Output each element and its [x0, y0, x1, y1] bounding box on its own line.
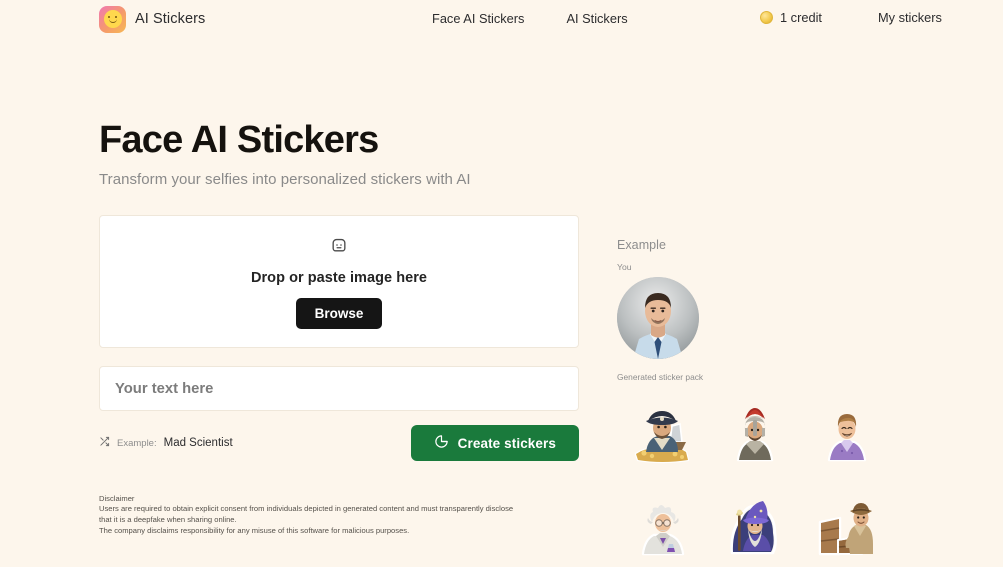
disclaimer-title: Disclaimer	[99, 494, 135, 504]
left-column: Face AI Stickers Transform your selfies …	[99, 119, 579, 536]
credits-label: 1 credit	[780, 10, 822, 25]
smiley-face-logo-icon	[99, 5, 126, 33]
disclaimer-line-1: Users are required to obtain explicit co…	[99, 504, 514, 524]
example-value: Mad Scientist	[163, 437, 233, 450]
page-subtitle: Transform your selfies into personalized…	[99, 171, 471, 189]
example-panel-title: Example	[617, 238, 666, 252]
credits-indicator[interactable]: 1 credit	[760, 10, 822, 25]
generated-pack-label: Generated sticker pack	[617, 372, 704, 382]
create-stickers-button[interactable]: Create stickers	[410, 425, 579, 462]
coin-icon	[760, 11, 773, 24]
wizard-sticker[interactable]	[709, 482, 801, 567]
sticker-grid	[617, 388, 887, 567]
top-header: AI Stickers Face AI Stickers AI Stickers…	[0, 0, 1003, 38]
brand-logo-link[interactable]: AI Stickers	[99, 5, 206, 33]
image-dropzone[interactable]: Drop or paste image here Browse	[99, 215, 579, 349]
example-prompt-shuffle[interactable]: Example: Mad Scientist	[99, 434, 233, 452]
sticker-face-icon	[329, 235, 349, 260]
dropzone-text: Drop or paste image here	[250, 269, 428, 286]
sticker-peel-icon	[434, 434, 449, 452]
example-you-label: You	[617, 262, 632, 272]
example-label: Example:	[117, 437, 157, 449]
brand-name: AI Stickers	[135, 11, 206, 27]
disclaimer-block: Disclaimer Users are required to obtain …	[99, 494, 519, 536]
explorer-sticker[interactable]	[801, 482, 893, 567]
header-right-actions: 1 credit My stickers	[760, 10, 942, 25]
shuffle-icon[interactable]	[99, 434, 110, 452]
browse-button[interactable]: Browse	[295, 297, 383, 329]
roman-soldier-sticker[interactable]	[709, 388, 801, 482]
main-nav: Face AI Stickers AI Stickers	[432, 11, 628, 26]
avatar	[617, 277, 699, 359]
mad-scientist-sticker[interactable]	[617, 482, 709, 567]
example-panel: Example You Generated sticker pack	[617, 238, 887, 567]
pirate-sticker[interactable]	[617, 388, 709, 482]
disclaimer-line-2: The company disclaims responsibility for…	[99, 525, 410, 535]
page-body: Face AI Stickers Transform your selfies …	[0, 119, 1003, 556]
prompt-input[interactable]	[99, 366, 579, 412]
create-stickers-label: Create stickers	[457, 435, 556, 451]
nav-link-face-ai-stickers[interactable]: Face AI Stickers	[432, 11, 524, 26]
page-title: Face AI Stickers	[99, 119, 379, 161]
nav-link-my-stickers[interactable]: My stickers	[878, 10, 942, 25]
nav-link-ai-stickers[interactable]: AI Stickers	[566, 11, 627, 26]
casual-man-sticker[interactable]	[801, 388, 893, 482]
actions-row: Example: Mad Scientist Create stickers	[99, 425, 579, 462]
